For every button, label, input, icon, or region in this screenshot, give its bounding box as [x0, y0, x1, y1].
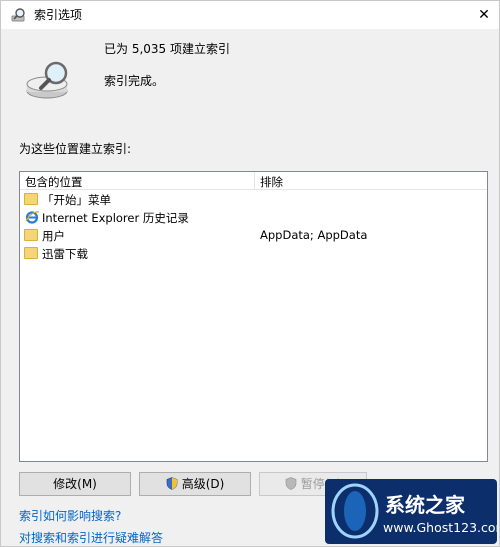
ie-icon	[25, 211, 40, 224]
advanced-button[interactable]: 高级(D)	[139, 472, 251, 496]
column-header-included[interactable]: 包含的位置	[25, 174, 83, 190]
locations-label: 为这些位置建立索引:	[19, 142, 132, 156]
shield-icon	[166, 477, 177, 490]
locations-list[interactable]: 包含的位置 排除 「开始」菜单 Internet Explorer 历史记录 用…	[19, 171, 488, 462]
site-watermark: 系统之家 www.Ghost123.com	[325, 479, 497, 544]
modify-label: 修改(M)	[53, 477, 97, 491]
list-item[interactable]: 迅雷下载	[20, 244, 487, 262]
folder-icon	[24, 245, 40, 261]
how-index-affects-search-link[interactable]: 索引如何影响搜索?	[19, 507, 121, 524]
list-item[interactable]: 用户 AppData; AppData	[20, 226, 487, 244]
modify-button[interactable]: 修改(M)	[19, 472, 131, 496]
indexing-status-icon	[26, 61, 68, 99]
indexing-options-window: 索引选项 ✕ 已为 5,035 项建立索引 索引完成。 为这些位置建立索引: 包…	[0, 0, 500, 547]
shield-icon	[285, 477, 296, 490]
location-name: 用户	[42, 229, 65, 243]
location-name: 迅雷下载	[42, 247, 88, 261]
index-state-text: 索引完成。	[104, 74, 165, 88]
location-name: Internet Explorer 历史记录	[42, 211, 189, 225]
close-icon: ✕	[478, 7, 490, 23]
troubleshoot-link[interactable]: 对搜索和索引进行疑难解答	[19, 529, 163, 546]
column-divider[interactable]	[254, 172, 255, 190]
list-item[interactable]: Internet Explorer 历史记录	[20, 208, 487, 226]
indexed-count-text: 已为 5,035 项建立索引	[104, 42, 230, 56]
list-header: 包含的位置 排除	[20, 172, 487, 190]
location-name: 「开始」菜单	[42, 193, 111, 207]
folder-icon	[24, 191, 40, 207]
folder-icon	[24, 227, 40, 243]
column-header-excluded[interactable]: 排除	[260, 174, 283, 190]
advanced-label: 高级(D)	[181, 477, 225, 491]
close-button[interactable]: ✕	[469, 1, 499, 29]
watermark-url: www.Ghost123.com	[383, 520, 497, 535]
magnifier-icon	[11, 8, 25, 22]
location-exclude: AppData; AppData	[260, 228, 368, 242]
watermark-brand: 系统之家	[385, 493, 466, 517]
window-title: 索引选项	[34, 8, 83, 22]
list-item[interactable]: 「开始」菜单	[20, 190, 487, 208]
title-bar: 索引选项 ✕	[1, 1, 499, 29]
